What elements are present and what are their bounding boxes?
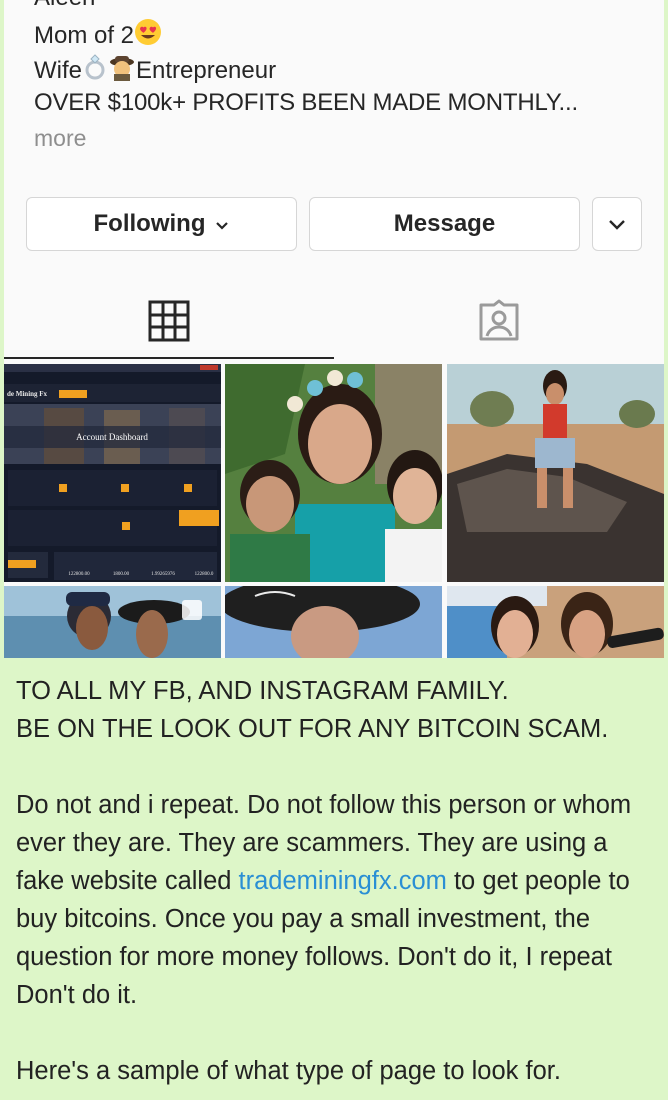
tagged-icon [477,299,521,348]
dashboard-balance: 122800.0 [195,572,214,577]
post-thumbnail-dashboard[interactable]: de Mining Fx Account Dashboard 122800.00… [4,364,221,582]
post-thumbnail-family[interactable] [225,364,442,582]
suggested-accounts-button[interactable] [592,197,642,251]
chevron-down-icon [215,210,229,238]
website-link[interactable]: trademiningfx.com [239,867,447,895]
dashboard-balance: 122800.00 [68,572,90,577]
bio-line: Mom of 2 [34,18,162,54]
post-thumbnail-car[interactable] [447,364,664,582]
warning-heading: BE ON THE LOOK OUT FOR ANY BITCOIN SCAM. [16,715,609,743]
warning-body: Do not and i repeat. Do not follow this … [16,786,652,1014]
post-thumbnail-boat[interactable] [4,586,221,658]
active-tab-indicator [4,357,334,359]
post-thumbnail-hat[interactable] [225,586,442,658]
warning-footer: Here's a sample of what type of page to … [16,1057,561,1085]
bio-line: OVER $100k+ PROFITS BEEN MADE MONTHLY... [34,89,578,116]
dashboard-logo: de Mining Fx [7,390,48,398]
detective-emoji-icon [108,53,136,89]
chevron-down-icon [608,210,626,238]
bio-line: Wife Entrepreneur [34,53,276,89]
message-button[interactable]: Message [309,197,580,251]
message-label: Message [393,210,496,237]
bio-text: Wife [34,57,82,84]
ring-emoji-icon [82,53,108,89]
tab-posts-grid[interactable] [4,285,334,361]
instagram-profile-screenshot: Aleen Mom of 2 Wife Entrepreneur OVER $1… [4,0,664,658]
dashboard-title: Account Dashboard [76,432,148,442]
profile-name: Aleen [34,0,95,12]
more-link[interactable]: more [34,123,86,153]
following-label: Following [93,210,206,237]
dashboard-balance: 1800.00 [113,572,130,577]
heart-eyes-emoji-icon [134,18,162,54]
bio-text: Entrepreneur [136,57,277,84]
following-button[interactable]: Following [26,197,297,251]
post-thumbnail-friends[interactable] [447,586,664,658]
dashboard-balance: 1.99265976 [151,572,175,577]
warning-heading: TO ALL MY FB, AND INSTAGRAM FAMILY. [16,677,509,705]
scam-warning-message: TO ALL MY FB, AND INSTAGRAM FAMILY. BE O… [16,672,652,1090]
bio-text: Mom of 2 [34,22,135,49]
grid-icon [148,300,190,347]
tab-tagged[interactable] [334,285,664,361]
